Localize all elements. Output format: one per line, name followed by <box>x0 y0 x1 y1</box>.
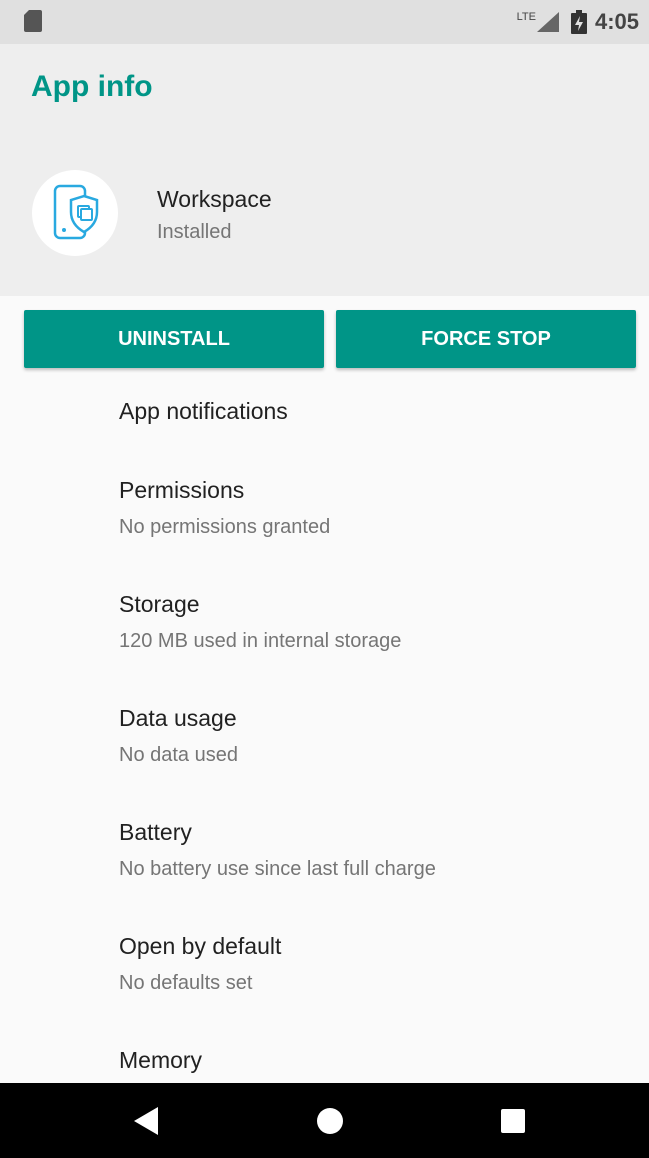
app-info-header: App info Workspace Installed <box>0 44 649 296</box>
back-icon[interactable] <box>134 1107 158 1135</box>
settings-item-title: Data usage <box>119 705 237 731</box>
settings-item-title: Battery <box>119 819 192 845</box>
settings-item-subtitle: 120 MB used in internal storage <box>119 630 402 652</box>
settings-item-storage[interactable]: Storage 120 MB used in internal storage <box>119 591 401 653</box>
settings-item-battery[interactable]: Battery No battery use since last full c… <box>119 819 436 881</box>
settings-item-data-usage[interactable]: Data usage No data used <box>119 705 238 767</box>
settings-item-subtitle: No battery use since last full charge <box>119 858 436 880</box>
settings-item-subtitle: No data used <box>119 744 238 766</box>
workspace-phone-shield-icon <box>53 184 99 240</box>
network-type-label: LTE <box>516 11 536 23</box>
status-bar: LTE 4:05 <box>0 0 649 44</box>
navigation-bar <box>0 1083 649 1158</box>
settings-item-app-notifications[interactable]: App notifications <box>119 398 288 425</box>
settings-item-memory[interactable]: Memory <box>119 1047 202 1074</box>
clock: 4:05 <box>594 9 639 34</box>
battery-charging-icon <box>570 10 587 34</box>
page-title: App info <box>31 70 153 103</box>
settings-item-title: Permissions <box>119 477 245 503</box>
settings-item-open-by-default[interactable]: Open by default No defaults set <box>119 933 281 995</box>
settings-item-title: Memory <box>119 1047 203 1073</box>
settings-item-permissions[interactable]: Permissions No permissions granted <box>119 477 330 539</box>
settings-item-subtitle: No defaults set <box>119 972 253 994</box>
sd-card-icon <box>24 10 42 32</box>
home-icon[interactable] <box>317 1108 343 1134</box>
app-icon <box>32 170 118 256</box>
settings-item-title: Storage <box>119 591 200 617</box>
settings-item-title: Open by default <box>119 933 282 959</box>
force-stop-button[interactable]: FORCE STOP <box>336 310 636 368</box>
app-install-status: Installed <box>157 221 232 243</box>
signal-icon <box>536 12 559 32</box>
app-name: Workspace <box>157 186 272 212</box>
settings-item-subtitle: No permissions granted <box>119 516 331 538</box>
recents-icon[interactable] <box>501 1109 525 1133</box>
settings-item-title: App notifications <box>119 398 288 424</box>
uninstall-button[interactable]: UNINSTALL <box>24 310 324 368</box>
